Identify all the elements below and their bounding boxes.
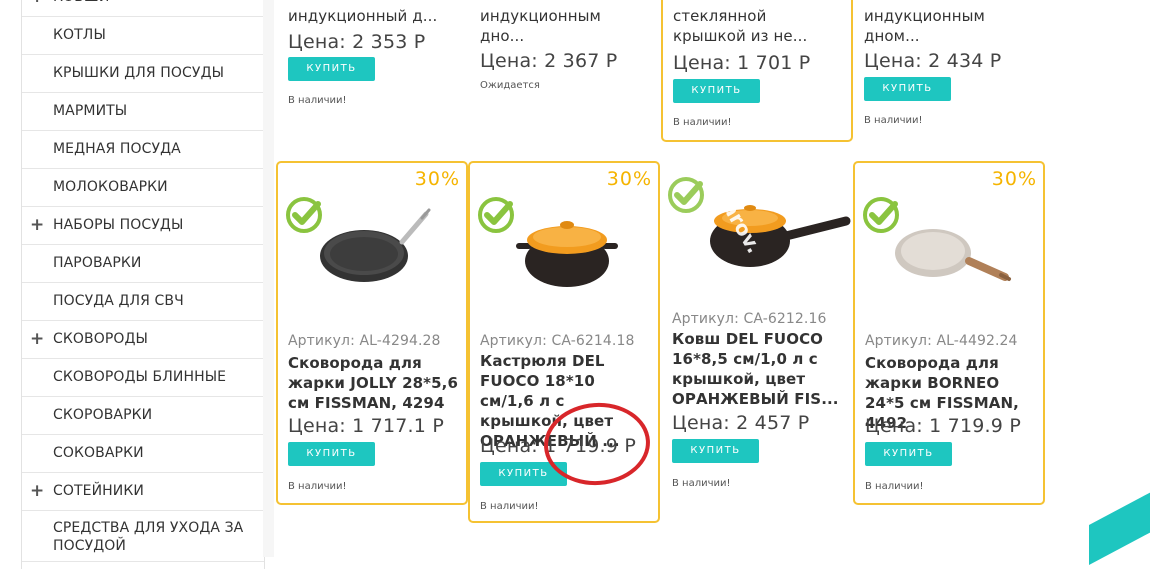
sidebar-item-label[interactable]: Сотейники <box>53 473 144 510</box>
frying-pan-image <box>320 208 431 282</box>
buy-button[interactable]: Купить <box>673 79 760 103</box>
product-card: индукционный д... Цена: 2 353 Р Купить В… <box>278 0 468 120</box>
sidebar-item-marmity[interactable]: Мармиты <box>22 93 264 131</box>
stock-status: В наличии! <box>288 481 347 492</box>
sidebar-item-mednaya[interactable]: Медная посуда <box>22 131 264 169</box>
sidebar-item-molokovarki[interactable]: Молоковарки <box>22 169 264 207</box>
sidebar-item-sredstva[interactable]: Средства для ухода за посудой <box>22 511 264 562</box>
stock-status: В наличии! <box>480 501 539 512</box>
buy-button[interactable]: Купить <box>865 442 952 466</box>
sidebar-item-parovarki[interactable]: Пароварки <box>22 245 264 283</box>
buy-button[interactable]: Купить <box>288 442 375 466</box>
stock-status: В наличии! <box>864 115 923 126</box>
check-badge-icon <box>478 197 514 233</box>
category-sidebar: + Ковши Котлы Крышки для посуды Мармиты М… <box>21 0 265 569</box>
sidebar-item-label[interactable]: Пароварки <box>53 245 142 282</box>
sidebar-item-label[interactable]: Средства для ухода за посудой <box>53 519 253 555</box>
sidebar-item-svch[interactable]: Посуда для СВЧ <box>22 283 264 321</box>
buy-button[interactable]: Купить <box>288 57 375 81</box>
product-card-highlighted: 30% Артикул: AL-4492.24 Сковорода для жа… <box>853 161 1045 505</box>
product-name[interactable]: Ковш DEL FUOCO 16*8,5 см/1,0 л с крышкой… <box>672 329 848 409</box>
sidebar-item-kotly[interactable]: Котлы <box>22 17 264 55</box>
sidebar-gutter <box>263 0 274 557</box>
product-card: индукционным дном... Цена: 2 434 Р Купит… <box>854 0 1044 130</box>
sidebar-item-label[interactable]: Ковши <box>53 0 110 16</box>
discount-badge: 30% <box>606 168 652 190</box>
sidebar-item-label[interactable]: Медная посуда <box>53 131 181 168</box>
expand-plus-icon[interactable]: + <box>30 0 44 16</box>
product-card: arov. Артикул: CA-6212.16 Ковш DEL FUOCO… <box>662 163 852 503</box>
product-price: Цена: 1 717.1 Р <box>288 415 444 437</box>
sidebar-item-label[interactable]: Молоковарки <box>53 169 168 206</box>
sidebar-item-skorovarki[interactable]: Скороварки <box>22 397 264 435</box>
sidebar-item-sokovarki[interactable]: Соковарки <box>22 435 264 473</box>
expand-plus-icon[interactable]: + <box>30 473 44 510</box>
product-name[interactable]: стеклянной крышкой из не... <box>673 6 823 46</box>
product-price: Цена: 2 434 Р <box>864 50 1002 72</box>
sidebar-item-label[interactable]: Посуда для СВЧ <box>53 283 184 320</box>
product-sku: Артикул: CA-6214.18 <box>480 333 635 349</box>
discount-badge: 30% <box>414 168 460 190</box>
pot-image <box>516 221 618 287</box>
chat-widget-button[interactable] <box>1089 492 1150 565</box>
buy-button[interactable]: Купить <box>672 439 759 463</box>
sidebar-item-label[interactable]: Соковарки <box>53 435 144 472</box>
sidebar-item-kovshi[interactable]: + Ковши <box>22 0 264 17</box>
sidebar-item-blinnye[interactable]: Сковороды блинные <box>22 359 264 397</box>
sidebar-item-label[interactable]: Скороварки <box>53 397 152 434</box>
stock-status: В наличии! <box>288 95 347 106</box>
frying-pan-image <box>895 229 1011 281</box>
sidebar-item-label[interactable]: Сковороды блинные <box>53 359 226 396</box>
stock-status: В наличии! <box>673 117 732 128</box>
expand-plus-icon[interactable]: + <box>30 321 44 358</box>
sidebar-item-soteyniki[interactable]: + Сотейники <box>22 473 264 511</box>
product-card-highlighted: 30% Артикул: AL-4294.28 Сковорода для жа… <box>276 161 468 505</box>
product-price: Цена: 1 719.9 Р <box>865 415 1021 437</box>
product-price: Цена: 2 367 Р <box>480 50 618 72</box>
sidebar-item-label[interactable]: Котлы <box>53 17 106 54</box>
sidebar-item-skovorody[interactable]: + Сковороды <box>22 321 264 359</box>
product-name[interactable]: индукционный д... <box>288 6 464 26</box>
product-sku: Артикул: CA-6212.16 <box>672 311 827 327</box>
product-price: Цена: 2 353 Р <box>288 31 426 53</box>
sidebar-item-nabory[interactable]: + Наборы посуды <box>22 207 264 245</box>
product-price: Цена: 1 701 Р <box>673 52 811 74</box>
sidebar-item-label[interactable]: Наборы посуды <box>53 207 183 244</box>
sidebar-item-kryshki[interactable]: Крышки для посуды <box>22 55 264 93</box>
stock-status: Ожидается <box>480 80 540 91</box>
product-price: Цена: 2 457 Р <box>672 412 810 434</box>
product-sku: Артикул: AL-4294.28 <box>288 333 441 349</box>
product-card-highlighted: стеклянной крышкой из не... Цена: 1 701 … <box>661 0 853 142</box>
product-sku: Артикул: AL-4492.24 <box>865 333 1018 349</box>
product-name[interactable]: индукционным дно... <box>480 6 620 46</box>
discount-badge: 30% <box>991 168 1037 190</box>
sidebar-item-label[interactable]: Крышки для посуды <box>53 55 224 92</box>
buy-button[interactable]: Купить <box>864 77 951 101</box>
check-badge-icon <box>668 177 704 213</box>
product-name[interactable]: Сковорода для жарки JOLLY 28*5,6 см FISS… <box>288 353 464 413</box>
expand-plus-icon[interactable]: + <box>30 207 44 244</box>
stock-status: В наличии! <box>865 481 924 492</box>
sidebar-item-label[interactable]: Мармиты <box>53 93 127 130</box>
sidebar-item-label[interactable]: Сковороды <box>53 321 148 358</box>
stock-status: В наличии! <box>672 478 731 489</box>
product-name[interactable]: индукционным дном... <box>864 6 1004 46</box>
product-card: индукционным дно... Цена: 2 367 Р Ожидае… <box>470 0 660 120</box>
